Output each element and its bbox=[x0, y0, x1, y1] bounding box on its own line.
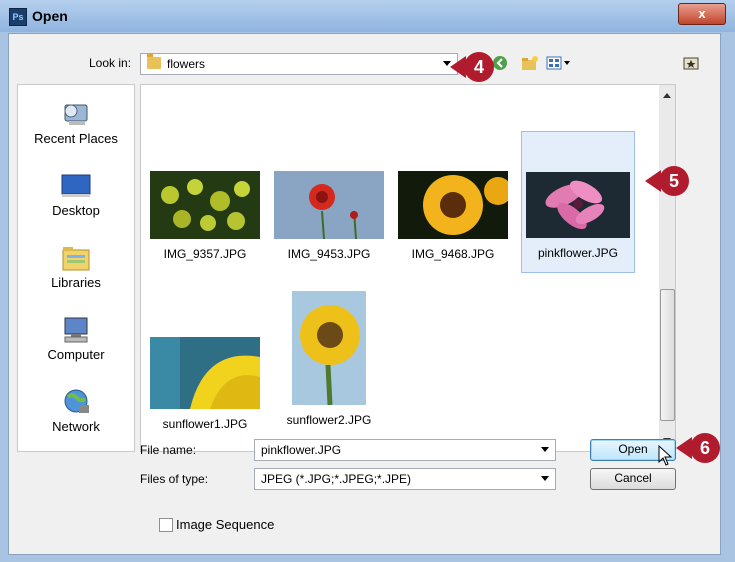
file-name: IMG_9453.JPG bbox=[287, 247, 371, 261]
file-thumbnail bbox=[398, 171, 508, 239]
new-folder-icon[interactable] bbox=[521, 55, 539, 71]
file-name-combo[interactable]: pinkflower.JPG bbox=[254, 439, 556, 461]
file-name: sunflower2.JPG bbox=[286, 413, 372, 427]
file-item[interactable]: sunflower1.JPG bbox=[149, 337, 261, 431]
place-label: Desktop bbox=[52, 203, 100, 218]
vertical-scrollbar[interactable] bbox=[659, 84, 676, 452]
close-button[interactable]: x bbox=[678, 3, 726, 25]
callout-step-6: 6 bbox=[690, 433, 720, 463]
scroll-up-icon[interactable] bbox=[662, 91, 672, 99]
places-bar: Recent Places Desktop Libraries Computer… bbox=[17, 84, 135, 452]
file-item[interactable]: IMG_9468.JPG bbox=[397, 171, 509, 261]
image-sequence-checkbox[interactable] bbox=[159, 518, 173, 532]
file-name: sunflower1.JPG bbox=[162, 417, 248, 431]
view-menu-icon[interactable] bbox=[546, 55, 572, 71]
files-of-type-combo[interactable]: JPEG (*.JPG;*.JPEG;*.JPE) bbox=[254, 468, 556, 490]
place-desktop[interactable]: Desktop bbox=[18, 167, 134, 233]
place-label: Network bbox=[52, 419, 100, 434]
file-item-selected[interactable]: pinkflower.JPG bbox=[521, 131, 635, 273]
photoshop-icon: Ps bbox=[9, 8, 27, 26]
computer-icon bbox=[64, 317, 88, 343]
look-in-label: Look in: bbox=[89, 56, 132, 70]
open-dialog: Ps Open x Look in: flowers Recent Places… bbox=[0, 0, 735, 562]
dialog-client: Look in: flowers Recent Places Desktop L… bbox=[8, 33, 721, 555]
cancel-button[interactable]: Cancel bbox=[590, 468, 676, 490]
look-in-value: flowers bbox=[167, 57, 206, 71]
back-icon[interactable] bbox=[492, 55, 510, 71]
folder-icon bbox=[147, 54, 161, 69]
title-bar[interactable]: Ps Open x bbox=[0, 0, 735, 33]
place-network[interactable]: Network bbox=[18, 383, 134, 449]
place-recent-places[interactable]: Recent Places bbox=[18, 95, 134, 161]
desktop-icon bbox=[61, 174, 91, 197]
file-thumbnail bbox=[150, 171, 260, 239]
files-of-type-value: JPEG (*.JPG;*.JPEG;*.JPE) bbox=[261, 472, 412, 486]
place-label: Libraries bbox=[51, 275, 101, 290]
file-list: IMG_9357.JPG IMG_9453.JPG IMG_9468.JPG p… bbox=[140, 84, 661, 452]
bridge-folder-icon[interactable] bbox=[682, 55, 700, 71]
file-item[interactable]: sunflower2.JPG bbox=[273, 291, 385, 427]
network-icon bbox=[64, 389, 89, 413]
chevron-down-icon bbox=[541, 476, 549, 481]
file-name-label: File name: bbox=[140, 443, 197, 457]
mouse-cursor-icon bbox=[658, 445, 673, 466]
file-thumbnail bbox=[150, 337, 260, 409]
file-item[interactable]: IMG_9453.JPG bbox=[273, 171, 385, 261]
chevron-down-icon bbox=[541, 447, 549, 452]
callout-step-5: 5 bbox=[659, 166, 689, 196]
window-frame: Look in: flowers Recent Places Desktop L… bbox=[0, 32, 735, 562]
window-title: Open bbox=[32, 8, 68, 24]
file-item[interactable]: IMG_9357.JPG bbox=[149, 171, 261, 261]
file-name: IMG_9357.JPG bbox=[163, 247, 247, 261]
place-computer[interactable]: Computer bbox=[18, 311, 134, 377]
file-thumbnail bbox=[274, 171, 384, 239]
recent-places-icon bbox=[64, 104, 88, 125]
files-of-type-label: Files of type: bbox=[140, 472, 209, 486]
file-thumbnail bbox=[526, 172, 630, 238]
file-name-input[interactable]: pinkflower.JPG bbox=[261, 443, 341, 457]
place-libraries[interactable]: Libraries bbox=[18, 239, 134, 305]
callout-step-4: 4 bbox=[464, 52, 494, 82]
file-name: IMG_9468.JPG bbox=[411, 247, 495, 261]
libraries-icon bbox=[62, 247, 90, 271]
file-thumbnail bbox=[292, 291, 366, 405]
look-in-combo[interactable]: flowers bbox=[140, 53, 458, 75]
image-sequence-label: Image Sequence bbox=[176, 517, 275, 532]
scrollbar-thumb[interactable] bbox=[660, 289, 675, 421]
file-name: pinkflower.JPG bbox=[537, 246, 619, 260]
place-label: Computer bbox=[47, 347, 105, 362]
place-label: Recent Places bbox=[34, 131, 118, 146]
